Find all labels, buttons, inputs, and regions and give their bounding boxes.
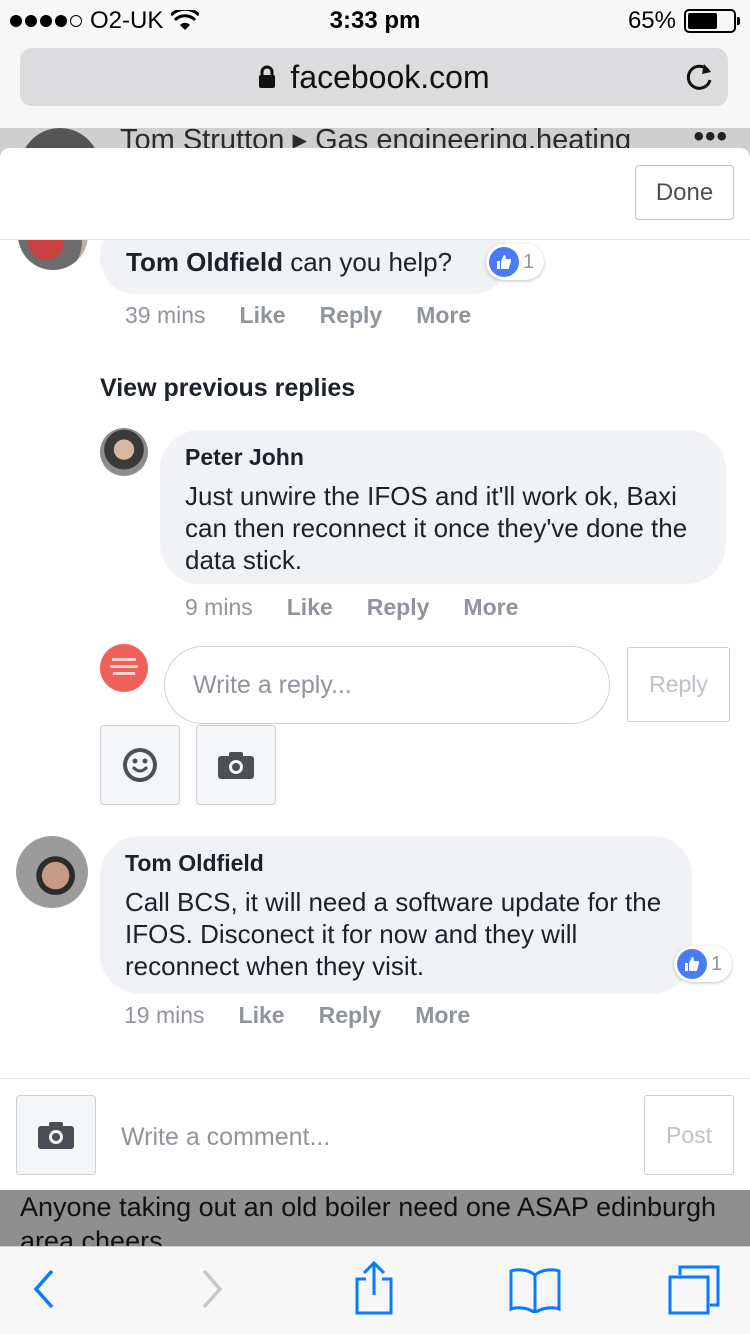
tabs-icon[interactable] <box>668 1265 720 1315</box>
done-button[interactable]: Done <box>635 165 734 220</box>
reply-timestamp: 9 mins <box>185 594 253 620</box>
reply-text: Just unwire the IFOS and it'll work ok, … <box>185 481 688 575</box>
battery-icon <box>684 9 740 33</box>
comments-modal: Done Tom Oldfield can you help? 1 39 min… <box>0 148 750 1190</box>
comment-composer: Write a comment... Post <box>0 1078 750 1190</box>
avatar[interactable] <box>18 240 88 270</box>
url-text: facebook.com <box>290 58 490 95</box>
current-user-avatar <box>100 644 148 692</box>
reply-submit-button[interactable]: Reply <box>627 647 730 722</box>
reply-actions: 9 mins Like Reply More <box>185 594 552 621</box>
more-link[interactable]: More <box>415 1002 470 1029</box>
reaction-count: 1 <box>711 952 723 975</box>
smiley-icon <box>123 748 157 782</box>
forward-icon[interactable] <box>196 1267 226 1311</box>
comment-actions: 39 mins Like Reply More <box>125 302 505 329</box>
view-previous-replies-link[interactable]: View previous replies <box>100 374 355 403</box>
reply-link[interactable]: Reply <box>320 302 383 329</box>
browser-toolbar-bottom <box>0 1246 750 1334</box>
comment-text: can you help? <box>290 247 453 277</box>
back-icon[interactable] <box>30 1267 60 1311</box>
comment-actions: 19 mins Like Reply More <box>124 1002 504 1029</box>
more-link[interactable]: More <box>463 594 518 621</box>
background-post-text: Anyone taking out an old boiler need one… <box>0 1190 750 1246</box>
status-right: 65% <box>627 7 740 35</box>
reply-input[interactable]: Write a reply... <box>164 646 610 724</box>
battery-percent: 65% <box>627 7 676 34</box>
like-link[interactable]: Like <box>239 1002 285 1029</box>
comment-timestamp: 39 mins <box>125 302 206 328</box>
comment-text: Call BCS, it will need a software update… <box>125 887 662 981</box>
thumbs-up-icon <box>677 949 707 979</box>
post-button[interactable]: Post <box>644 1095 734 1175</box>
emoji-button[interactable] <box>100 725 180 805</box>
modal-header: Done <box>0 148 750 240</box>
reply-link[interactable]: Reply <box>319 1002 382 1029</box>
like-link[interactable]: Like <box>287 594 333 621</box>
share-icon[interactable] <box>354 1261 394 1317</box>
comment-input[interactable]: Write a comment... <box>121 1123 330 1152</box>
comment-author[interactable]: Tom Oldfield <box>125 850 264 877</box>
avatar[interactable] <box>16 836 88 908</box>
comment-bubble: Tom Oldfield can you help? <box>100 240 508 294</box>
background-post-body: Anyone taking out an old boiler need one… <box>20 1192 717 1246</box>
reaction-count: 1 <box>523 250 535 273</box>
comment-author[interactable]: Tom Oldfield <box>126 247 283 277</box>
comment-photo-button[interactable] <box>16 1095 96 1175</box>
battery-fill <box>688 13 717 29</box>
comment-bubble: Tom Oldfield Call BCS, it will need a so… <box>100 836 692 994</box>
bookmarks-icon[interactable] <box>508 1267 562 1313</box>
thumbs-up-icon <box>489 247 519 277</box>
address-bar[interactable]: facebook.com <box>20 48 728 106</box>
status-bar: O2-UK 3:33 pm 65% <box>0 0 750 40</box>
reload-icon[interactable] <box>682 60 716 94</box>
reply-link[interactable]: Reply <box>367 594 430 621</box>
camera-icon <box>38 1122 74 1149</box>
more-link[interactable]: More <box>416 302 471 329</box>
photo-button[interactable] <box>196 725 276 805</box>
browser-toolbar-top: facebook.com <box>0 40 750 128</box>
reply-bubble: Peter John Just unwire the IFOS and it'l… <box>160 430 726 584</box>
like-link[interactable]: Like <box>240 302 286 329</box>
camera-icon <box>218 752 254 779</box>
reaction-badge[interactable]: 1 <box>674 946 733 982</box>
comments-list[interactable]: Tom Oldfield can you help? 1 39 mins Lik… <box>0 240 750 1078</box>
avatar[interactable] <box>100 428 148 476</box>
comment-timestamp: 19 mins <box>124 1002 205 1028</box>
lock-icon <box>259 65 276 88</box>
reply-author[interactable]: Peter John <box>185 444 304 471</box>
reaction-badge[interactable]: 1 <box>486 244 545 280</box>
